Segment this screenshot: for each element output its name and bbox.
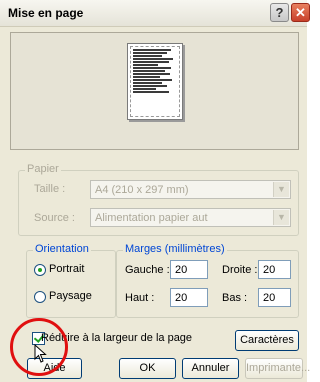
orientation-group: Orientation: [26, 243, 116, 318]
paper-size-select[interactable]: A4 (210 x 297 mm) ▼: [90, 180, 291, 199]
ok-button[interactable]: OK: [119, 358, 176, 379]
portrait-radio[interactable]: [34, 264, 46, 276]
top-margin-label: Haut :: [125, 292, 155, 304]
fonts-button[interactable]: Caractères: [235, 330, 299, 351]
chevron-down-icon: ▼: [273, 182, 289, 197]
help-icon[interactable]: ?: [270, 3, 289, 22]
margins-group-label: Marges (millimètres): [123, 243, 227, 255]
cursor-icon: [34, 344, 47, 363]
bottom-margin-input[interactable]: 20: [258, 288, 291, 307]
source-label: Source :: [34, 212, 75, 224]
window-title: Mise en page: [8, 6, 84, 20]
right-margin-label: Droite :: [222, 264, 258, 276]
printer-button[interactable]: Imprimante...: [245, 358, 310, 379]
close-icon[interactable]: ✕: [291, 3, 310, 22]
paper-group-label: Papier: [25, 163, 61, 175]
top-margin-input[interactable]: 20: [170, 288, 208, 307]
landscape-label[interactable]: Paysage: [49, 290, 92, 302]
left-margin-label: Gauche :: [125, 264, 170, 276]
page-setup-dialog: Mise en page ? ✕ Papier Taille : A4 (210…: [0, 0, 310, 382]
preview-text-lines: [133, 49, 175, 109]
chevron-down-icon: ▼: [273, 210, 289, 225]
landscape-radio[interactable]: [34, 291, 46, 303]
cancel-button[interactable]: Annuler: [182, 358, 239, 379]
paper-preview: [127, 43, 183, 120]
right-margin-input[interactable]: 20: [258, 260, 291, 279]
portrait-label[interactable]: Portrait: [49, 263, 84, 275]
paper-source-select[interactable]: Alimentation papier aut ▼: [90, 208, 291, 227]
left-margin-input[interactable]: 20: [170, 260, 208, 279]
page-preview: [10, 32, 299, 150]
title-bar: Mise en page ? ✕: [0, 0, 310, 27]
orientation-group-label: Orientation: [33, 243, 91, 255]
bottom-margin-label: Bas :: [222, 292, 248, 304]
size-label: Taille :: [34, 183, 66, 195]
